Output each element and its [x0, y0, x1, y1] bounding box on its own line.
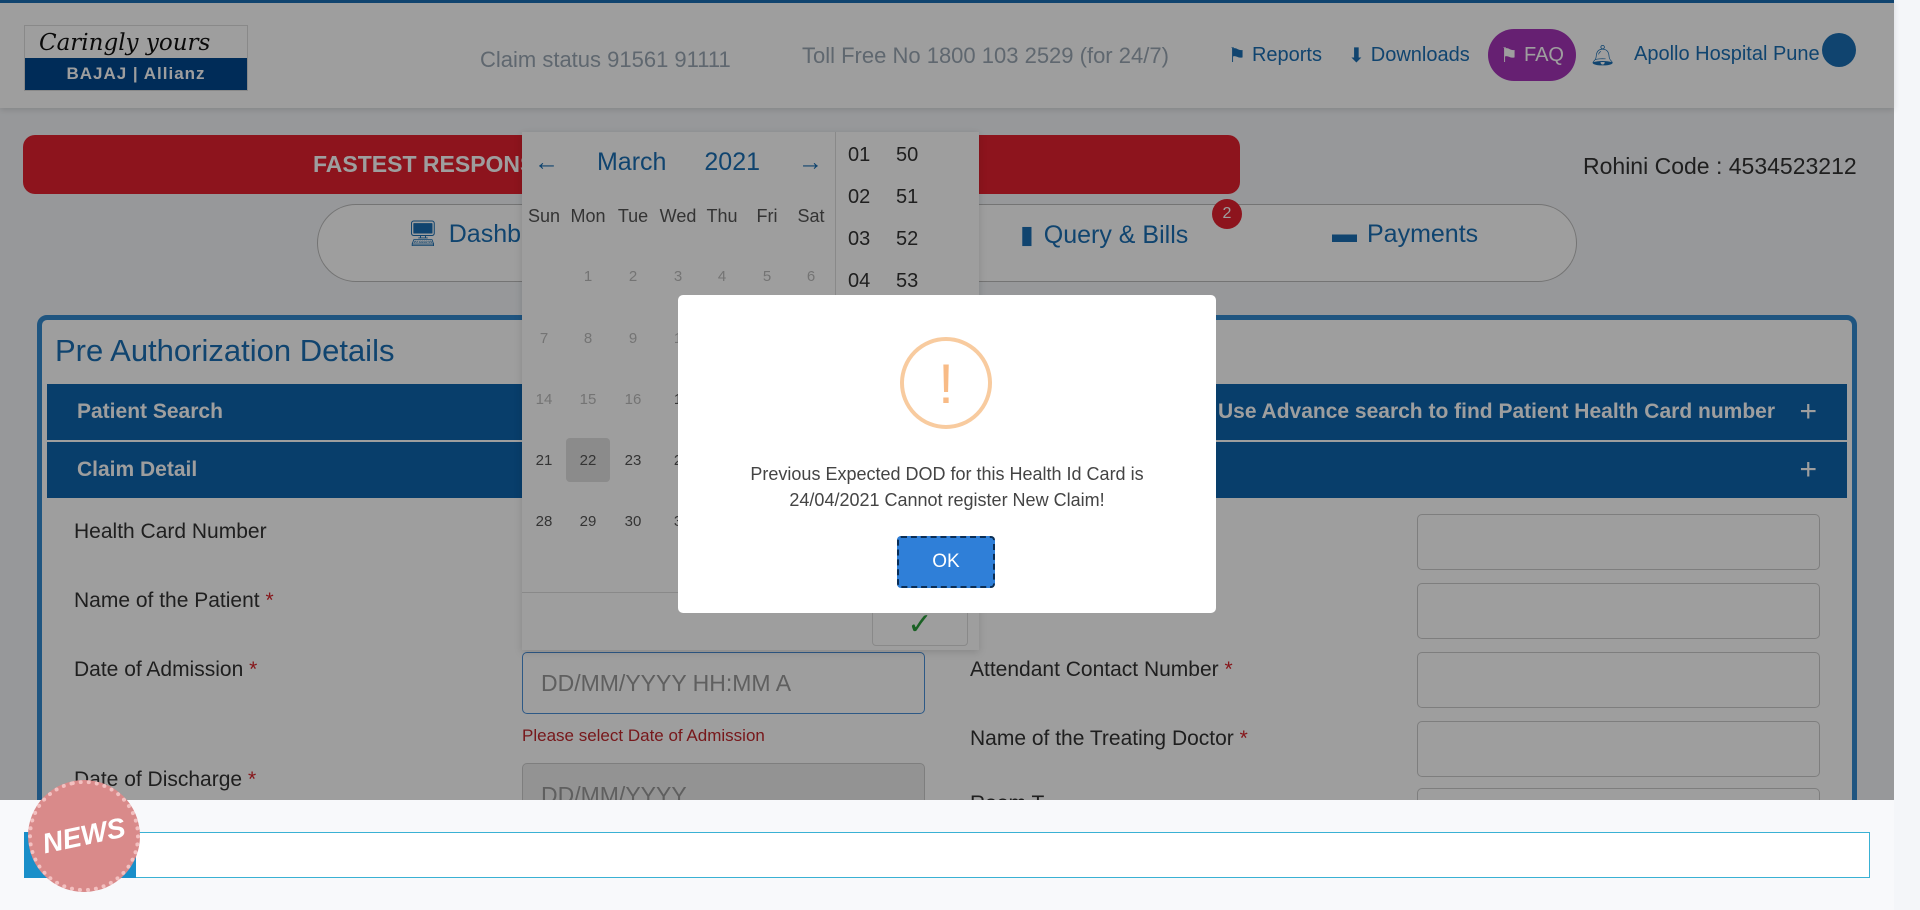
ok-button[interactable]: OK	[897, 536, 995, 588]
warning-icon: !	[900, 337, 992, 429]
alert-message: Previous Expected DOD for this Health Id…	[750, 464, 1144, 510]
news-ticker	[24, 832, 1870, 878]
alert-dialog: ! Previous Expected DOD for this Health …	[678, 295, 1216, 613]
